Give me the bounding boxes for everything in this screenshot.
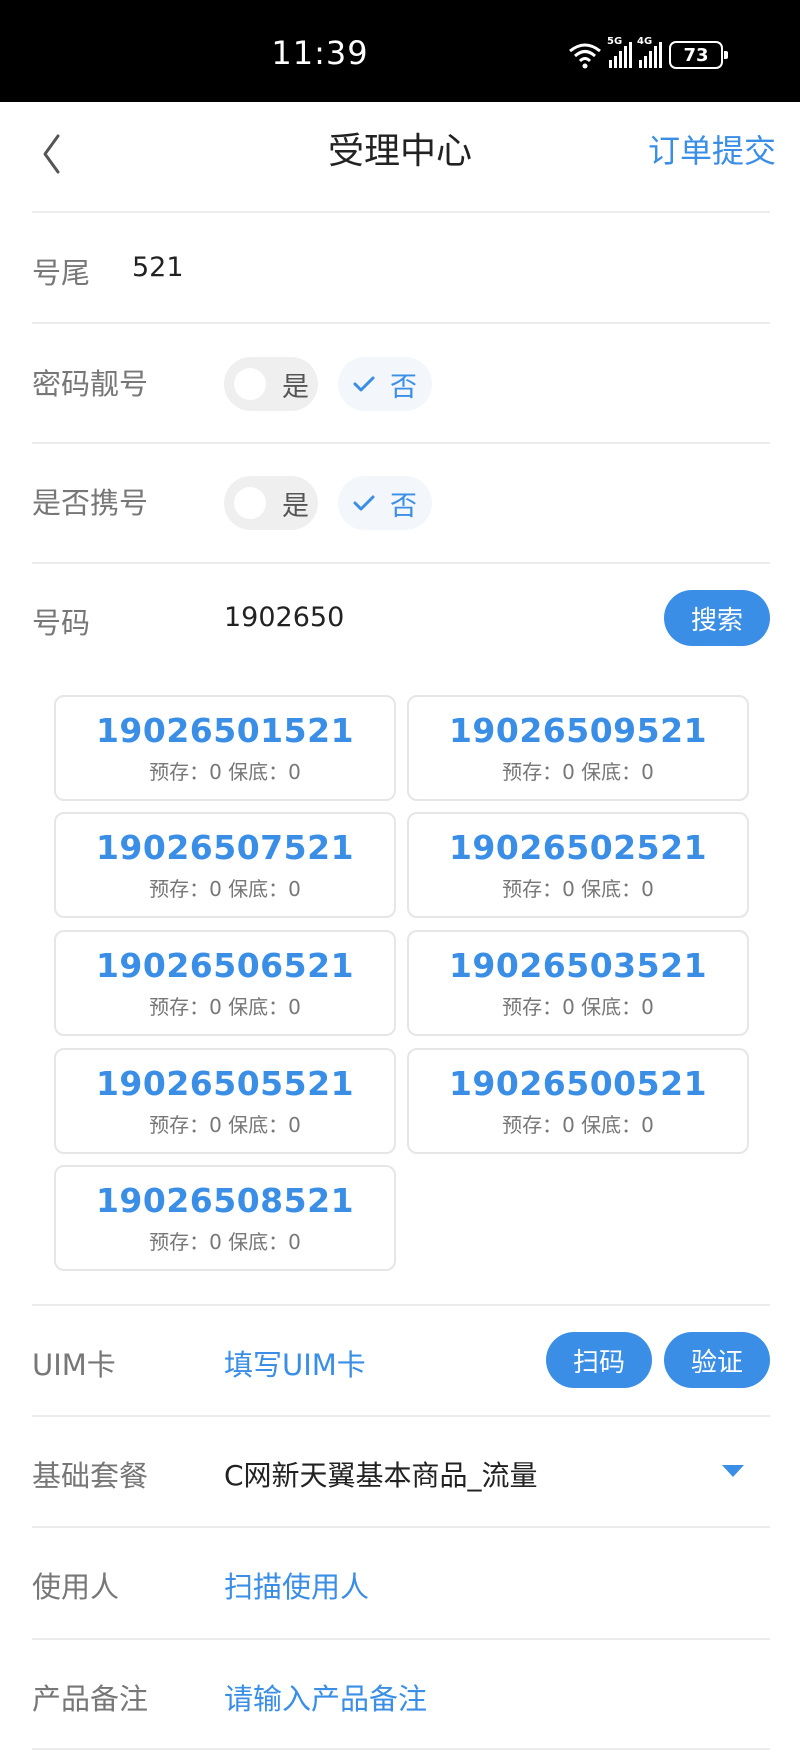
divider bbox=[32, 1304, 770, 1306]
divider bbox=[32, 1748, 770, 1750]
number-meta: 预存：0 保底：0 bbox=[502, 995, 654, 1019]
status-time: 11:39 bbox=[271, 34, 369, 72]
number-card[interactable]: 19026502521 预存：0 保底：0 bbox=[407, 812, 749, 918]
number-card[interactable]: 19026505521 预存：0 保底：0 bbox=[54, 1048, 396, 1154]
uim-input[interactable]: 填写UIM卡 bbox=[224, 1342, 366, 1384]
number-meta: 预存：0 保底：0 bbox=[149, 760, 301, 784]
search-button[interactable]: 搜索 bbox=[664, 590, 770, 646]
tail-label: 号尾 bbox=[32, 256, 91, 290]
number-value: 19026500521 bbox=[448, 1064, 708, 1103]
radio-label: 是 bbox=[282, 490, 309, 522]
number-input[interactable]: 1902650 bbox=[224, 602, 344, 633]
number-card[interactable]: 19026506521 预存：0 保底：0 bbox=[54, 930, 396, 1036]
port-number-yes-radio[interactable]: 是 bbox=[224, 476, 318, 530]
divider bbox=[32, 1526, 770, 1528]
number-meta: 预存：0 保底：0 bbox=[502, 760, 654, 784]
number-meta: 预存：0 保底：0 bbox=[149, 995, 301, 1019]
radio-circle-icon bbox=[234, 368, 266, 400]
plan-select[interactable]: C网新天翼基本商品_流量 bbox=[224, 1454, 538, 1494]
dropdown-caret-icon[interactable] bbox=[722, 1465, 744, 1477]
number-card[interactable]: 19026501521 预存：0 保底：0 bbox=[54, 695, 396, 801]
battery-icon: 73 bbox=[669, 41, 728, 69]
number-value: 19026503521 bbox=[448, 946, 708, 985]
signal-5g-icon: 5G bbox=[607, 36, 632, 68]
number-card[interactable]: 19026508521 预存：0 保底：0 bbox=[54, 1165, 396, 1271]
check-icon bbox=[348, 375, 380, 393]
port-number-label: 是否携号 bbox=[32, 486, 149, 520]
status-bar: 11:39 5G 4G 73 bbox=[0, 0, 800, 102]
check-icon bbox=[348, 494, 380, 512]
divider bbox=[32, 442, 770, 444]
divider bbox=[32, 322, 770, 324]
number-value: 19026508521 bbox=[95, 1181, 355, 1220]
scan-button[interactable]: 扫码 bbox=[546, 1332, 652, 1388]
pretty-number-no-radio[interactable]: 否 bbox=[338, 357, 432, 411]
number-meta: 预存：0 保底：0 bbox=[149, 1230, 301, 1254]
signal-4g-icon: 4G bbox=[637, 36, 662, 68]
number-card[interactable]: 19026500521 预存：0 保底：0 bbox=[407, 1048, 749, 1154]
pretty-number-label: 密码靓号 bbox=[32, 367, 149, 401]
number-card[interactable]: 19026509521 预存：0 保底：0 bbox=[407, 695, 749, 801]
remark-input[interactable]: 请输入产品备注 bbox=[224, 1676, 427, 1718]
tail-value[interactable]: 521 bbox=[132, 252, 184, 283]
scan-user-link[interactable]: 扫描使用人 bbox=[224, 1564, 369, 1606]
divider bbox=[32, 211, 770, 213]
divider bbox=[32, 562, 770, 564]
status-icons: 5G 4G 73 bbox=[568, 36, 728, 70]
radio-label: 否 bbox=[390, 490, 417, 522]
divider bbox=[32, 1415, 770, 1417]
pretty-number-yes-radio[interactable]: 是 bbox=[224, 357, 318, 411]
remark-label: 产品备注 bbox=[32, 1682, 149, 1716]
number-meta: 预存：0 保底：0 bbox=[502, 877, 654, 901]
number-value: 19026509521 bbox=[448, 711, 708, 750]
radio-label: 是 bbox=[282, 371, 309, 403]
number-value: 19026507521 bbox=[95, 828, 355, 867]
number-card[interactable]: 19026507521 预存：0 保底：0 bbox=[54, 812, 396, 918]
plan-label: 基础套餐 bbox=[32, 1459, 149, 1493]
verify-button[interactable]: 验证 bbox=[664, 1332, 770, 1388]
battery-level: 73 bbox=[683, 44, 709, 66]
order-submit-link[interactable]: 订单提交 bbox=[648, 126, 776, 172]
number-meta: 预存：0 保底：0 bbox=[502, 1113, 654, 1137]
port-number-no-radio[interactable]: 否 bbox=[338, 476, 432, 530]
number-meta: 预存：0 保底：0 bbox=[149, 877, 301, 901]
user-label: 使用人 bbox=[32, 1570, 120, 1604]
number-card[interactable]: 19026503521 预存：0 保底：0 bbox=[407, 930, 749, 1036]
radio-label: 否 bbox=[390, 371, 417, 403]
number-label: 号码 bbox=[32, 606, 91, 640]
radio-circle-icon bbox=[234, 487, 266, 519]
number-value: 19026501521 bbox=[95, 711, 355, 750]
divider bbox=[32, 1638, 770, 1640]
number-meta: 预存：0 保底：0 bbox=[149, 1113, 301, 1137]
wifi-icon bbox=[569, 43, 601, 69]
number-value: 19026505521 bbox=[95, 1064, 355, 1103]
number-value: 19026506521 bbox=[95, 946, 355, 985]
uim-label: UIM卡 bbox=[32, 1348, 116, 1382]
number-value: 19026502521 bbox=[448, 828, 708, 867]
